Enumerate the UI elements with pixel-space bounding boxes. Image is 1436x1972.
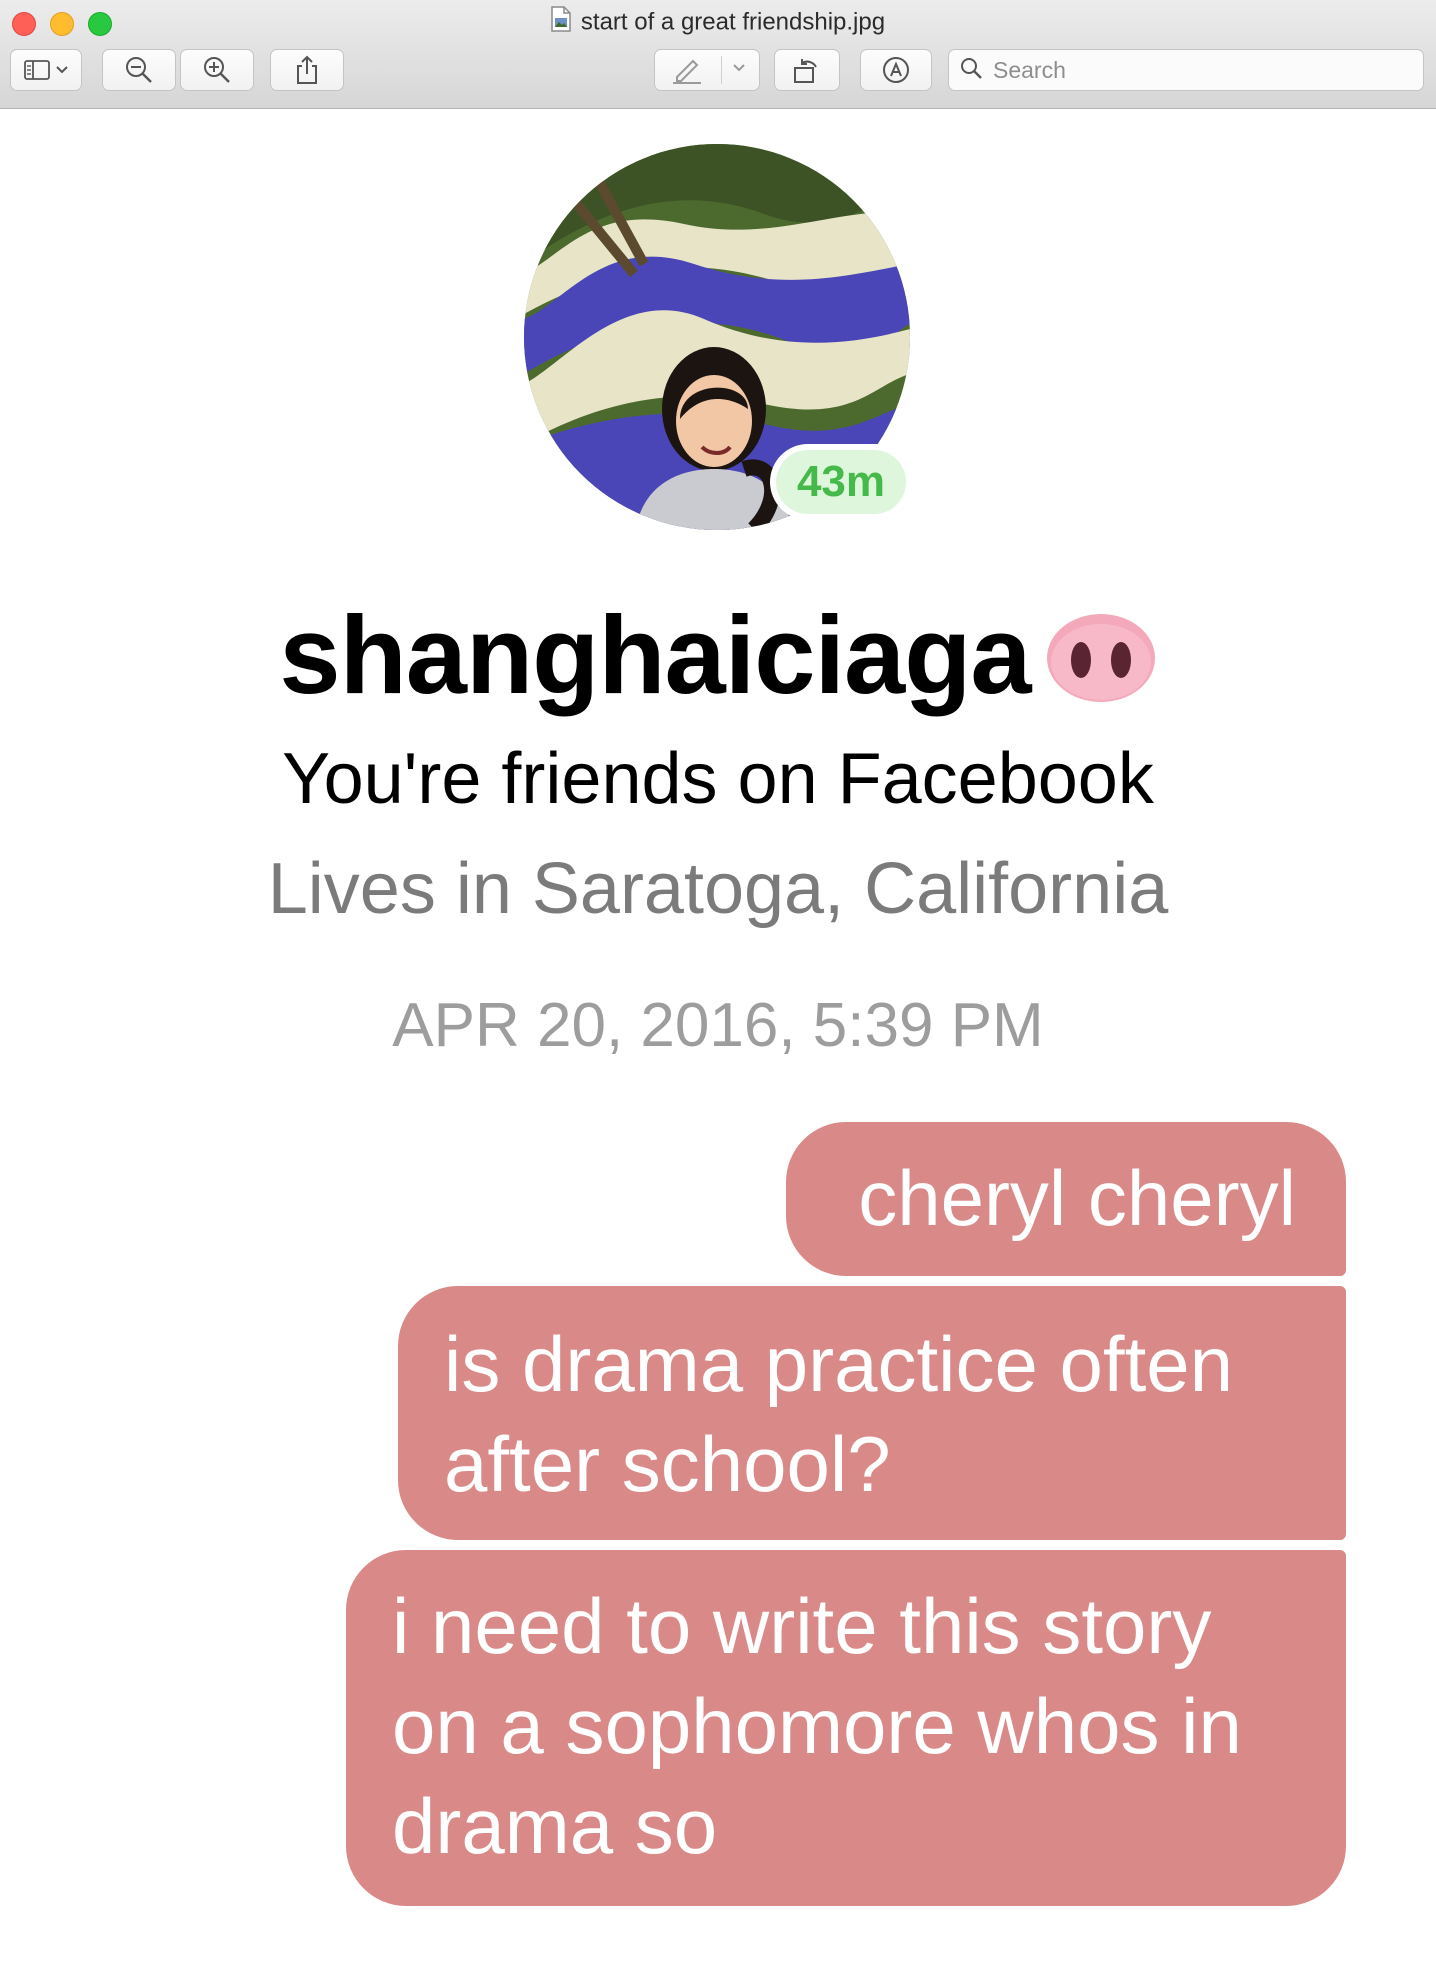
zoom-in-icon [202, 55, 232, 85]
jpg-file-icon [551, 6, 571, 39]
pen-tool-button[interactable] [654, 49, 760, 91]
chevron-down-icon [56, 66, 68, 74]
markup-toolbar-button[interactable] [860, 49, 932, 91]
message-line: after school? [444, 1420, 891, 1508]
pig-nose-icon [1045, 610, 1157, 711]
message-line: i need to write this story [392, 1582, 1212, 1670]
chevron-down-icon[interactable] [733, 64, 745, 72]
message-line: cheryl cheryl [858, 1154, 1296, 1242]
share-button[interactable] [270, 49, 344, 91]
search-icon [959, 56, 983, 85]
active-status-badge: 43m [770, 444, 912, 520]
message-bubble[interactable]: is drama practice often after school? [398, 1286, 1346, 1540]
window-title: start of a great friendship.jpg [0, 6, 1436, 39]
pen-icon [671, 55, 705, 85]
search-input[interactable] [991, 55, 1395, 85]
markup-icon [881, 55, 911, 85]
share-icon [295, 55, 319, 85]
zoom-out-icon [124, 55, 154, 85]
profile-name-row: shanghaiciaga [0, 592, 1436, 719]
window-title-text: start of a great friendship.jpg [580, 8, 886, 36]
profile-location: Lives in Saratoga, California [267, 849, 1169, 929]
search-field[interactable] [948, 49, 1424, 91]
window-titlebar: start of a great friendship.jpg [0, 0, 1436, 109]
sidebar-icon [24, 60, 50, 80]
active-time-label: 43m [776, 450, 906, 514]
message-bubble[interactable]: i need to write this story on a sophomor… [346, 1550, 1346, 1906]
message-line: drama so [392, 1782, 718, 1870]
button-divider [721, 56, 722, 84]
zoom-out-button[interactable] [102, 49, 176, 91]
message-bubble[interactable]: cheryl cheryl [786, 1122, 1346, 1276]
friend-status: You're friends on Facebook [282, 739, 1154, 819]
message-timestamp: APR 20, 2016, 5:39 PM [392, 991, 1044, 1060]
message-line: on a sophomore whos in [392, 1682, 1242, 1770]
profile-name: shanghaiciaga [279, 594, 1031, 717]
message-line: is drama practice often [444, 1320, 1234, 1408]
sidebar-toggle-button[interactable] [10, 49, 82, 91]
rotate-button[interactable] [774, 49, 840, 91]
rotate-icon [792, 55, 822, 85]
zoom-in-button[interactable] [180, 49, 254, 91]
